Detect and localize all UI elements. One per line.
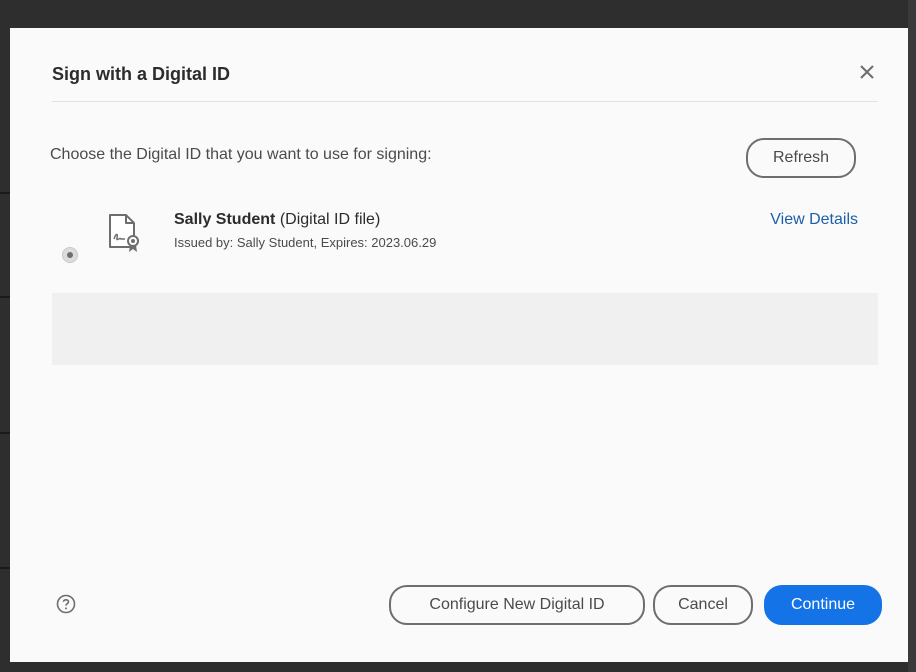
dialog-header: Sign with a Digital ID [52,28,878,102]
dialog-title: Sign with a Digital ID [52,64,231,84]
refresh-button[interactable]: Refresh [746,138,856,178]
close-icon[interactable] [856,61,878,83]
view-details-link[interactable]: View Details [770,211,858,229]
backdrop-line [0,192,10,194]
digital-id-radio[interactable] [62,247,78,263]
backdrop-line [0,296,10,298]
continue-button[interactable]: Continue [764,585,882,625]
backdrop-edge [908,0,916,672]
digital-id-owner: Sally Student [174,211,276,228]
digital-id-type: (Digital ID file) [279,211,381,228]
choose-id-prompt: Choose the Digital ID that you want to u… [50,146,432,163]
backdrop-line [0,567,10,569]
sign-digital-id-dialog: Sign with a Digital ID Choose the Digita… [10,28,908,662]
certificate-file-icon [106,213,142,253]
digital-id-list-empty-area [52,293,878,365]
help-icon[interactable] [56,594,76,614]
digital-id-name: Sally Student (Digital ID file) [174,211,380,229]
digital-id-details: Issued by: Sally Student, Expires: 2023.… [174,235,437,250]
configure-new-digital-id-button[interactable]: Configure New Digital ID [389,585,645,625]
backdrop-line [0,432,10,434]
cancel-button[interactable]: Cancel [653,585,753,625]
